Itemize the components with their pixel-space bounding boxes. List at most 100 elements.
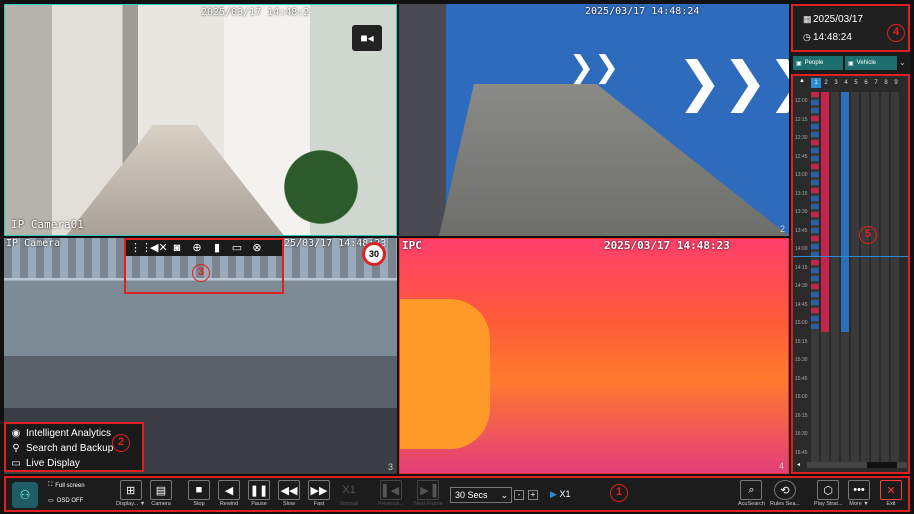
chevron-down-icon[interactable]: ⌄: [899, 58, 906, 67]
cam3-index: 3: [387, 462, 393, 472]
channel-7[interactable]: 7: [871, 78, 881, 88]
channel-track-6[interactable]: [861, 92, 869, 464]
pause-label: Pause: [251, 501, 267, 507]
channel-track-3[interactable]: [831, 92, 839, 464]
channel-2[interactable]: 2: [821, 78, 831, 88]
channel-track-4[interactable]: [841, 92, 849, 464]
scroll-up-icon[interactable]: ▲: [799, 78, 805, 84]
time-tick: 12:15: [795, 116, 808, 123]
bookmark-icon[interactable]: ▮: [210, 240, 224, 256]
cam2-index: 2: [779, 224, 785, 234]
badge-3: 3: [192, 264, 210, 282]
channel-1[interactable]: 1: [811, 78, 821, 88]
channel-9[interactable]: 9: [891, 78, 901, 88]
channel-6[interactable]: 6: [861, 78, 871, 88]
channel-track-8[interactable]: [881, 92, 889, 464]
plus-button[interactable]: +: [528, 490, 538, 500]
stop-button[interactable]: ■ Stop: [188, 480, 210, 507]
minus-button[interactable]: -: [514, 490, 524, 500]
channel-4[interactable]: 4: [841, 78, 851, 88]
record-icon[interactable]: ■◂: [352, 25, 382, 51]
mute-icon[interactable]: ◀✕: [150, 240, 168, 256]
menu-label: Search and Backup: [26, 443, 114, 454]
pause-button[interactable]: ❚❚ Pause: [248, 480, 270, 507]
exit-button[interactable]: ✕ Exit: [880, 480, 902, 507]
wall-arrows-small-icon: ❯❯: [569, 50, 620, 85]
time-cursor[interactable]: [793, 256, 908, 257]
next-frame-label: Next Frame: [414, 501, 443, 507]
time-tick: 12:45: [795, 153, 808, 160]
normal-button[interactable]: X1 Normal: [338, 480, 360, 507]
channel-track-9[interactable]: [891, 92, 899, 464]
stop-label: Stop: [193, 501, 205, 507]
snapshot-icon[interactable]: ◙: [170, 240, 184, 256]
camera-icon: ▤: [150, 480, 172, 500]
grip-icon[interactable]: ⋮⋮: [130, 240, 152, 256]
more-label: More ▼: [849, 501, 869, 507]
channel-track-7[interactable]: [871, 92, 879, 464]
channel-track-2[interactable]: [821, 92, 829, 464]
interval-value: 30 Secs: [455, 490, 488, 500]
fullscreen-icon: ⛶: [48, 482, 53, 488]
play-strategy-icon: ⬡: [817, 480, 840, 500]
badge-1: 1: [610, 484, 628, 502]
play-icon: ▶: [550, 489, 557, 499]
filter-people[interactable]: ▣ People: [793, 56, 843, 70]
filter-people-label: People: [804, 60, 824, 66]
zoom-icon[interactable]: ⊕: [190, 240, 204, 256]
time-tick: 16:45: [795, 449, 808, 456]
channel-5[interactable]: 5: [851, 78, 861, 88]
rewind-button[interactable]: ◀ Rewind: [218, 480, 240, 507]
date-display[interactable]: 2025/03/17: [813, 14, 863, 25]
camera-button[interactable]: ▤ Camera: [150, 480, 172, 507]
cam4-index: 4: [778, 461, 784, 471]
time-tick: 16:00: [795, 394, 808, 400]
slow-icon: ◀◀: [278, 480, 300, 500]
rules-search-button[interactable]: ⟲ Rules Sea...: [770, 480, 800, 507]
time-tick: 13:15: [795, 190, 808, 197]
more-button[interactable]: ••• More ▼: [848, 480, 870, 507]
slow-button[interactable]: ◀◀ Slow: [278, 480, 300, 507]
camera-tile-2[interactable]: 2025/03/17 14:48:24 ❯❯ ❯❯❯ 2: [399, 4, 789, 236]
next-frame-button[interactable]: ▶▐ Next Frame: [414, 480, 443, 507]
acusearch-button[interactable]: ⌕ AcuSearch: [738, 480, 765, 507]
timeline-scrollbar[interactable]: [807, 462, 907, 468]
more-icon: •••: [848, 480, 870, 500]
rewind-label: Rewind: [219, 501, 239, 507]
acusearch-icon: ⌕: [740, 480, 763, 500]
cam3-label: IP Camera: [6, 238, 61, 249]
fast-button[interactable]: ▶▶ Fast: [308, 480, 330, 507]
scroll-left-icon[interactable]: ◂: [797, 461, 800, 468]
previous-frame-button[interactable]: ▌◀ Previous...: [378, 480, 404, 507]
interval-select[interactable]: 30 Secs ⌄: [450, 487, 512, 503]
record-icon[interactable]: ▭: [230, 240, 244, 256]
exit-label: Exit: [886, 501, 896, 507]
display-button[interactable]: ⊞ Display... ▼: [116, 480, 145, 507]
timeline[interactable]: ▲ 123456789 12:00 12:15 12:30 12:45 13:00 13:…: [791, 74, 910, 474]
camera-label: Camera: [151, 501, 171, 507]
home-icon[interactable]: ⚇: [12, 482, 38, 508]
clock-icon: ◷: [803, 32, 811, 42]
cam4-osd-time: 2025/03/17 14:48:23: [604, 239, 730, 252]
osd-toggle[interactable]: ▭ OSD OFF: [48, 497, 83, 505]
speed-value: X1: [559, 489, 571, 499]
previous-label: Previous...: [378, 501, 404, 507]
play-strategy-button[interactable]: ⬡ Play Strat...: [814, 480, 842, 507]
menu-live-display[interactable]: ▭ Live Display: [10, 456, 138, 471]
fast-label: Fast: [313, 501, 325, 507]
time-tick: 15:15: [795, 338, 808, 345]
close-icon[interactable]: ⊗: [250, 240, 264, 256]
cam4-label: IPC: [402, 239, 422, 252]
full-screen-button[interactable]: ⛶ Full screen: [48, 482, 85, 489]
time-display[interactable]: 14:48:24: [813, 32, 852, 43]
scroll-thumb[interactable]: [867, 462, 897, 468]
right-panel: ▦ 2025/03/17 ◷ 14:48:24 4 ▣ People ▣ Veh…: [791, 4, 910, 474]
camera-tile-1[interactable]: 2025/03/17 14:48:2 ■◂ IP Camera01: [4, 4, 397, 236]
wall-arrows-large-icon: ❯❯❯: [677, 50, 789, 113]
channel-track-5[interactable]: [851, 92, 859, 464]
camera-tile-4[interactable]: IPC 2025/03/17 14:48:23 4: [399, 238, 789, 474]
channel-8[interactable]: 8: [881, 78, 891, 88]
channel-track-1[interactable]: [811, 92, 819, 464]
filter-vehicle[interactable]: ▣ Vehicle: [845, 56, 897, 70]
channel-3[interactable]: 3: [831, 78, 841, 88]
